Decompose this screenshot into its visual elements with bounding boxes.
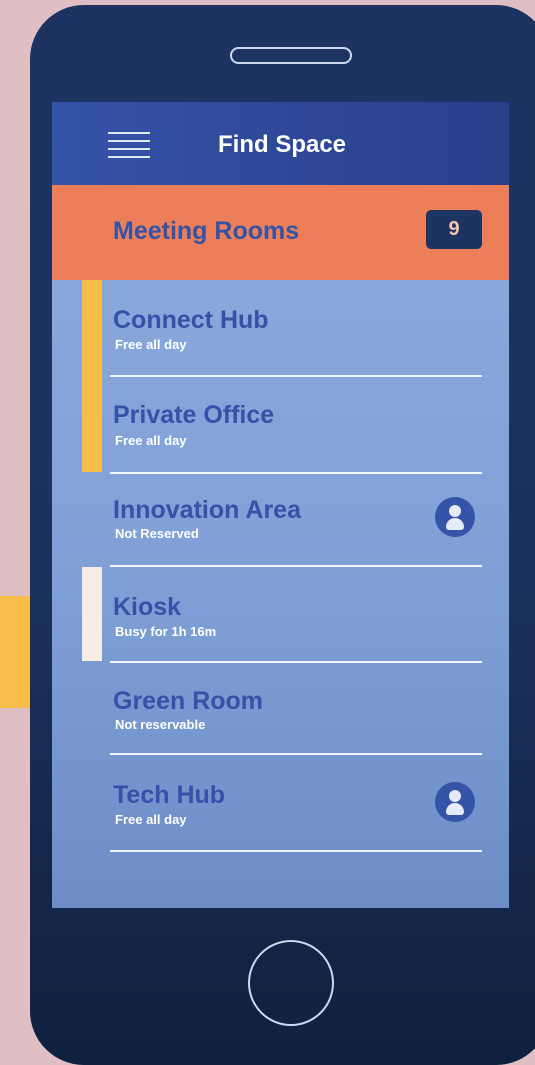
person-icon[interactable] bbox=[435, 497, 475, 537]
phone-speaker bbox=[230, 47, 352, 64]
room-item-innovation-area[interactable]: Innovation Area Not Reserved bbox=[52, 474, 509, 567]
app-header: Find Space bbox=[52, 102, 509, 185]
room-item-kiosk[interactable]: Kiosk Busy for 1h 16m bbox=[52, 567, 509, 663]
app-screen: Find Space Meeting Rooms 9 Connect Hub F… bbox=[52, 102, 509, 908]
page-title: Find Space bbox=[218, 131, 347, 158]
room-count-badge: 9 bbox=[426, 210, 482, 249]
room-accent-bar bbox=[82, 377, 102, 472]
room-item-green-room[interactable]: Green Room Not reservable bbox=[52, 663, 509, 755]
category-title: Meeting Rooms bbox=[113, 217, 300, 245]
room-accent-bar bbox=[82, 567, 102, 661]
room-name: Tech Hub bbox=[113, 781, 226, 809]
room-status: Busy for 1h 16m bbox=[115, 624, 217, 639]
room-accent-bar bbox=[82, 280, 102, 377]
room-status: Free all day bbox=[115, 433, 187, 448]
room-name: Private Office bbox=[113, 401, 275, 429]
room-status: Not Reserved bbox=[115, 526, 199, 541]
room-item-tech-hub[interactable]: Tech Hub Free all day bbox=[52, 755, 509, 852]
room-item-private-office[interactable]: Private Office Free all day bbox=[52, 377, 509, 474]
room-name: Kiosk bbox=[113, 593, 182, 621]
room-status: Free all day bbox=[115, 812, 187, 827]
side-decoration-tab bbox=[0, 596, 30, 708]
room-name: Innovation Area bbox=[113, 496, 301, 524]
divider bbox=[110, 850, 482, 852]
room-name: Green Room bbox=[113, 687, 264, 715]
home-button[interactable] bbox=[248, 940, 334, 1026]
room-status: Not reservable bbox=[115, 717, 206, 732]
room-item-connect-hub[interactable]: Connect Hub Free all day bbox=[52, 280, 509, 377]
hamburger-menu-icon[interactable] bbox=[108, 132, 150, 160]
room-name: Connect Hub bbox=[113, 306, 269, 334]
person-icon[interactable] bbox=[435, 782, 475, 822]
room-status: Free all day bbox=[115, 337, 187, 352]
category-meeting-rooms[interactable]: Meeting Rooms 9 bbox=[52, 185, 509, 280]
